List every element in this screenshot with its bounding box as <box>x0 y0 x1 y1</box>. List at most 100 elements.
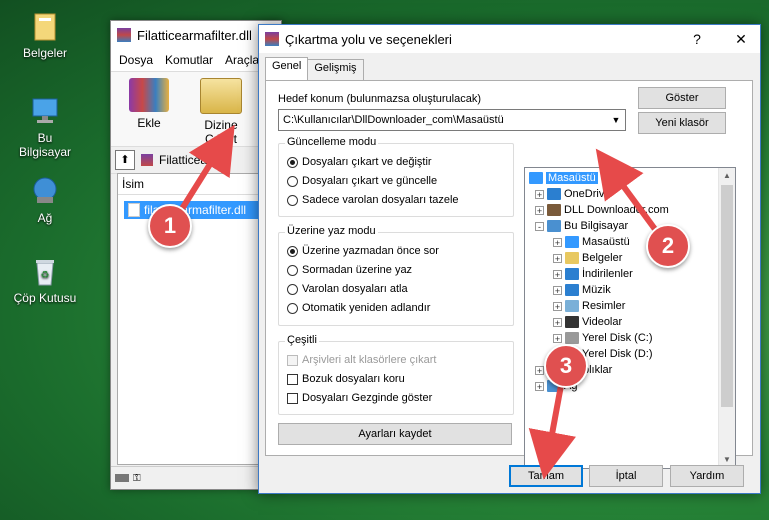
collapse-icon[interactable]: - <box>535 221 544 231</box>
desktop-icon-this-pc[interactable]: Bu Bilgisayar <box>10 95 80 159</box>
checkbox-show-in-explorer[interactable]: Dosyaları Gezginde göster <box>287 392 432 404</box>
cancel-button[interactable]: İptal <box>589 465 663 487</box>
scroll-thumb[interactable] <box>721 185 733 407</box>
desktop-icon <box>529 172 543 184</box>
radio-button[interactable] <box>287 245 298 257</box>
extract-to-button[interactable]: Dizine Çıkart <box>191 78 251 146</box>
tab-advanced[interactable]: Gelişmiş <box>307 59 364 80</box>
overwrite-mode-title: Üzerine yaz modu <box>285 225 378 237</box>
folder-tree[interactable]: ▲ ▼ Masaüstü + OneDrive + DLL Downloader.com… <box>524 167 736 469</box>
destination-label: Hedef konum (bulunmazsa oluşturulacak) <box>278 93 481 105</box>
radio-label: Otomatik yeniden adlandır <box>302 302 431 314</box>
radio-button[interactable] <box>287 156 298 168</box>
computer-icon <box>547 220 561 232</box>
expand-icon[interactable]: + <box>535 381 544 391</box>
expand-icon[interactable]: + <box>553 333 562 343</box>
tab-general[interactable]: Genel <box>265 57 309 80</box>
tree-node-label: İndirilenler <box>582 268 633 280</box>
radio-button[interactable] <box>287 302 298 314</box>
menu-file[interactable]: Dosya <box>119 53 153 67</box>
save-settings-button[interactable]: Ayarları kaydet <box>278 423 512 445</box>
radio-label: Sormadan üzerine yaz <box>302 264 413 276</box>
tree-scrollbar[interactable]: ▲ ▼ <box>718 168 735 468</box>
radio-button[interactable] <box>287 283 298 295</box>
winrar-file-list[interactable]: İsim filatticearmafilter.dll <box>117 173 281 465</box>
help-button[interactable]: Yardım <box>670 465 744 487</box>
expand-icon[interactable]: + <box>553 237 562 247</box>
desktop-icon-recycle-bin[interactable]: ♻ Çöp Kutusu <box>10 255 80 305</box>
file-row[interactable]: filatticearmafilter.dll <box>124 201 268 219</box>
recycle-bin-icon: ♻ <box>29 255 61 287</box>
winrar-menu-bar: Dosya Komutlar Araçla <box>111 49 281 72</box>
music-icon <box>565 284 579 296</box>
radio-label: Sadece varolan dosyaları tazele <box>302 194 459 206</box>
desktop-folder-icon <box>565 236 579 248</box>
tab-strip: Genel Gelişmiş <box>265 57 364 80</box>
expand-icon[interactable]: + <box>553 253 562 263</box>
scroll-up-icon[interactable]: ▲ <box>719 168 735 184</box>
tree-node-label: OneDrive <box>564 188 611 200</box>
expand-icon[interactable]: + <box>535 365 544 375</box>
destination-path-combobox[interactable]: C:\Kullanıcılar\DllDownloader_com\Masaüs… <box>278 109 626 131</box>
tree-node[interactable]: + Yerel Disk (C:) <box>553 332 653 344</box>
desktop-icon-label: Belgeler <box>22 46 68 60</box>
general-tab-panel: Hedef konum (bulunmazsa oluşturulacak) C… <box>265 80 753 469</box>
show-button[interactable]: Göster <box>638 87 726 109</box>
column-header-name[interactable]: İsim <box>118 174 280 195</box>
tree-node[interactable]: + OneDrive <box>535 188 610 200</box>
downloads-icon <box>565 268 579 280</box>
checkbox-label: Dosyaları Gezginde göster <box>302 392 433 404</box>
menu-tools[interactable]: Araçla <box>225 53 259 67</box>
expand-icon[interactable]: + <box>553 317 562 327</box>
tree-node[interactable]: Masaüstü <box>529 172 598 184</box>
radio-extract-update[interactable]: Dosyaları çıkart ve güncelle <box>287 175 437 187</box>
file-icon <box>128 203 140 217</box>
tree-node[interactable]: - Bu Bilgisayar <box>535 220 628 232</box>
expand-icon[interactable]: + <box>553 301 562 311</box>
radio-button[interactable] <box>287 175 298 187</box>
close-icon[interactable]: ✕ <box>722 25 760 53</box>
expand-icon[interactable]: + <box>553 269 562 279</box>
new-folder-button[interactable]: Yeni klasör <box>638 112 726 134</box>
tree-node[interactable]: + DLL Downloader.com <box>535 204 669 216</box>
menu-commands[interactable]: Komutlar <box>165 53 213 67</box>
radio-ask-before-overwrite[interactable]: Üzerine yazmadan önce sor <box>287 245 439 257</box>
checkbox-keep-broken-files[interactable]: Bozuk dosyaları koru <box>287 373 405 385</box>
expand-icon[interactable]: + <box>553 285 562 295</box>
extract-button-label: Dizine Çıkart <box>204 118 238 146</box>
tree-node-label: Yerel Disk (C:) <box>582 332 653 344</box>
desktop-icon-network[interactable]: Ağ <box>10 175 80 225</box>
radio-label: Dosyaları çıkart ve güncelle <box>302 175 438 187</box>
radio-extract-replace[interactable]: Dosyaları çıkart ve değiştir <box>287 156 432 168</box>
tree-node[interactable]: + Müzik <box>553 284 611 296</box>
checkbox-label: Arşivleri alt klasörlere çıkart <box>302 354 437 366</box>
winrar-window: Filatticearmafilter.dll Dosya Komutlar A… <box>110 20 282 490</box>
radio-freshen-existing[interactable]: Sadece varolan dosyaları tazele <box>287 194 459 206</box>
expand-icon[interactable]: + <box>535 205 544 215</box>
radio-button[interactable] <box>287 264 298 276</box>
radio-skip-existing[interactable]: Varolan dosyaları atla <box>287 283 408 295</box>
expand-icon[interactable]: + <box>535 189 544 199</box>
tree-node[interactable]: + Belgeler <box>553 252 622 264</box>
tree-node[interactable]: + Resimler <box>553 300 625 312</box>
tree-node[interactable]: + İndirilenler <box>553 268 633 280</box>
add-archive-icon <box>129 78 169 112</box>
drive-c-icon <box>565 332 579 344</box>
checkbox[interactable] <box>287 373 298 385</box>
up-folder-icon[interactable]: ⬆ <box>115 150 135 170</box>
step-badge-2: 2 <box>646 224 690 268</box>
chevron-down-icon[interactable]: ▼ <box>607 115 625 125</box>
radio-overwrite-without-prompt[interactable]: Sormadan üzerine yaz <box>287 264 412 276</box>
help-title-button[interactable]: ? <box>678 25 716 53</box>
step-badge-1: 1 <box>148 204 192 248</box>
tree-node-label: Yerel Disk (D:) <box>582 348 653 360</box>
radio-button[interactable] <box>287 194 298 206</box>
tree-node[interactable]: + Masaüstü <box>553 236 630 248</box>
add-button[interactable]: Ekle <box>119 78 179 140</box>
checkbox[interactable] <box>287 392 298 404</box>
tree-node[interactable]: + Videolar <box>553 316 622 328</box>
ok-button[interactable]: Tamam <box>509 465 583 487</box>
winrar-address-text[interactable]: Filatticearm <box>159 153 221 167</box>
desktop-icon-documents[interactable]: Belgeler <box>10 10 80 60</box>
radio-rename-automatically[interactable]: Otomatik yeniden adlandır <box>287 302 430 314</box>
